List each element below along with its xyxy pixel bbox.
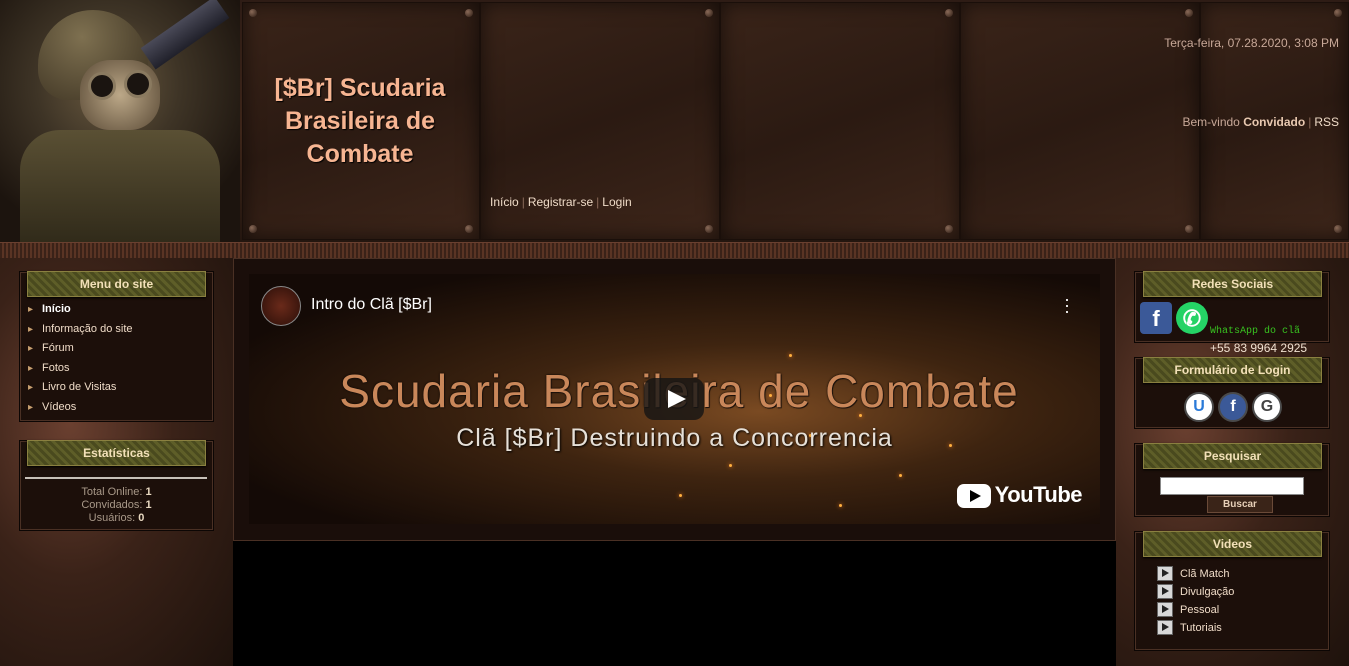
statistics-divider xyxy=(25,477,207,479)
right-sidebar: Redes Sociais f ✆ WhatsApp do clã +55 83… xyxy=(1116,258,1349,666)
site-header: [$Br] Scudaria Brasileira de Combate Ter… xyxy=(0,0,1349,242)
login-form-box: Formulário de Login U f G xyxy=(1135,357,1329,428)
video-frame: Intro do Clã [$Br] ··· Scudaria Brasilei… xyxy=(233,258,1116,541)
video-title[interactable]: Intro do Clã [$Br] xyxy=(311,296,432,314)
statistics-content: Total Online: 1 Convidados: 1 Usuários: … xyxy=(21,486,212,525)
menu-item-photos[interactable]: Fotos xyxy=(28,359,208,379)
menu-item-home[interactable]: Início xyxy=(28,300,208,320)
site-title[interactable]: [$Br] Scudaria Brasileira de Combate xyxy=(248,72,472,171)
videos-list: Clã Match Divulgação Pessoal Tutoriais xyxy=(1157,565,1317,637)
whatsapp-phone: +55 83 9964 2925 xyxy=(1210,341,1308,355)
videos-box: Videos Clã Match Divulgação Pessoal Tuto… xyxy=(1135,531,1329,650)
video-play-icon xyxy=(1157,620,1173,635)
nav-register-link[interactable]: Registrar-se xyxy=(528,195,593,209)
login-form-title: Formulário de Login xyxy=(1143,357,1322,383)
youtube-video-player[interactable]: Intro do Clã [$Br] ··· Scudaria Brasilei… xyxy=(249,274,1100,524)
welcome-user: Convidado xyxy=(1243,115,1306,129)
google-login-icon[interactable]: G xyxy=(1252,392,1282,422)
search-title: Pesquisar xyxy=(1143,443,1322,469)
whatsapp-icon[interactable]: ✆ xyxy=(1176,302,1208,334)
video-category-label[interactable]: Pessoal xyxy=(1180,604,1219,616)
video-category-pessoal[interactable]: Pessoal xyxy=(1157,601,1317,619)
video-category-label[interactable]: Divulgação xyxy=(1180,586,1234,598)
social-title: Redes Sociais xyxy=(1143,271,1322,297)
welcome-prefix: Bem-vindo xyxy=(1182,115,1240,129)
videos-title: Videos xyxy=(1143,531,1322,557)
main-content: Intro do Clã [$Br] ··· Scudaria Brasilei… xyxy=(233,258,1116,666)
menu-item-label[interactable]: Início xyxy=(42,303,71,315)
stat-online-value: 1 xyxy=(145,486,152,498)
menu-item-label[interactable]: Fotos xyxy=(42,362,70,374)
menu-item-label[interactable]: Fórum xyxy=(42,342,74,354)
youtube-logo[interactable]: YouTube xyxy=(956,482,1083,509)
video-category-divulgacao[interactable]: Divulgação xyxy=(1157,583,1317,601)
header-soldier-image xyxy=(0,0,240,242)
search-box: Pesquisar Buscar xyxy=(1135,443,1329,516)
video-category-clan-match[interactable]: Clã Match xyxy=(1157,565,1317,583)
welcome-bar: Bem-vindo Convidado | RSS xyxy=(1182,115,1339,129)
site-menu: Início Informação do site Fórum Fotos Li… xyxy=(28,300,208,417)
menu-item-forum[interactable]: Fórum xyxy=(28,339,208,359)
statistics-box: Estatísticas Total Online: 1 Convidados:… xyxy=(20,440,213,530)
channel-avatar[interactable] xyxy=(261,286,301,326)
youtube-brand: YouTube xyxy=(994,482,1083,507)
video-overlay-subtitle: Clã [$Br] Destruindo a Concorrencia xyxy=(456,424,893,452)
facebook-icon[interactable]: f xyxy=(1140,302,1172,334)
rss-link[interactable]: RSS xyxy=(1314,115,1339,129)
video-play-icon xyxy=(1157,602,1173,617)
stat-online-label: Total Online: xyxy=(81,486,143,498)
left-sidebar: Menu do site Início Informação do site F… xyxy=(0,258,233,666)
youtube-play-icon xyxy=(956,484,991,509)
more-options-icon[interactable]: · · · xyxy=(1064,290,1070,320)
search-input[interactable] xyxy=(1160,477,1304,495)
menu-item-label[interactable]: Informação do site xyxy=(42,323,133,335)
video-play-icon xyxy=(1157,584,1173,599)
top-nav: Início | Registrar-se | Login xyxy=(490,195,632,209)
site-menu-title: Menu do site xyxy=(27,271,206,297)
menu-item-label[interactable]: Livro de Visitas xyxy=(42,381,116,393)
video-play-icon xyxy=(1157,566,1173,581)
stat-users-label: Usuários: xyxy=(88,512,136,524)
stat-guests-value: 1 xyxy=(145,499,152,511)
site-menu-box: Menu do site Início Informação do site F… xyxy=(20,271,213,421)
stat-users-value: 0 xyxy=(138,512,145,524)
video-category-label[interactable]: Tutoriais xyxy=(1180,622,1222,634)
play-button-icon[interactable] xyxy=(644,378,704,420)
ucoz-login-icon[interactable]: U xyxy=(1184,392,1214,422)
whatsapp-label: WhatsApp do clã xyxy=(1210,326,1301,337)
menu-item-label[interactable]: Vídeos xyxy=(42,401,76,413)
video-category-tutoriais[interactable]: Tutoriais xyxy=(1157,619,1317,637)
current-date: Terça-feira, 07.28.2020, 3:08 PM xyxy=(1164,36,1339,50)
nav-login-link[interactable]: Login xyxy=(602,195,631,209)
facebook-login-icon[interactable]: f xyxy=(1218,392,1248,422)
video-category-label[interactable]: Clã Match xyxy=(1180,568,1230,580)
menu-item-guestbook[interactable]: Livro de Visitas xyxy=(28,378,208,398)
statistics-title: Estatísticas xyxy=(27,440,206,466)
nav-home-link[interactable]: Início xyxy=(490,195,519,209)
stat-guests-label: Convidados: xyxy=(81,499,143,511)
menu-item-site-info[interactable]: Informação do site xyxy=(28,320,208,340)
search-button[interactable]: Buscar xyxy=(1207,496,1273,513)
menu-item-videos[interactable]: Vídeos xyxy=(28,398,208,418)
